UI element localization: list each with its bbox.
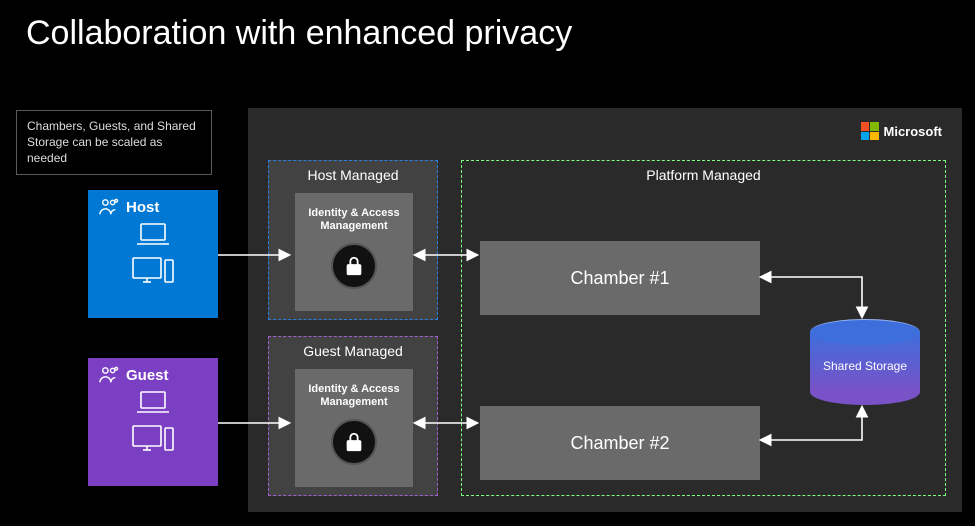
host-role-box: Host (88, 190, 218, 318)
guest-role-box: Guest (88, 358, 218, 486)
desktop-icon (129, 422, 177, 456)
main-panel: Microsoft Host Managed Identity & Access… (248, 108, 962, 512)
lock-icon (331, 243, 377, 289)
microsoft-logo: Microsoft (861, 122, 943, 140)
host-iam-label: Identity & Access Management (295, 193, 413, 233)
guest-managed-box: Guest Managed Identity & Access Manageme… (268, 336, 438, 496)
chamber-1: Chamber #1 (480, 241, 760, 315)
laptop-icon (133, 220, 173, 248)
shared-storage: Shared Storage (810, 319, 920, 405)
microsoft-icon (861, 122, 879, 140)
desktop-icon (129, 254, 177, 288)
host-label: Host (126, 199, 159, 216)
page-title: Collaboration with enhanced privacy (26, 14, 572, 53)
scaling-note: Chambers, Guests, and Shared Storage can… (16, 110, 212, 175)
guest-managed-label: Guest Managed (269, 337, 437, 359)
host-managed-box: Host Managed Identity & Access Managemen… (268, 160, 438, 320)
people-icon (98, 366, 120, 384)
chamber-2: Chamber #2 (480, 406, 760, 480)
guest-label: Guest (126, 367, 169, 384)
lock-icon (331, 419, 377, 465)
guest-iam-box: Identity & Access Management (295, 369, 413, 487)
platform-managed-label: Platform Managed (462, 167, 945, 183)
people-icon (98, 198, 120, 216)
brand-name: Microsoft (884, 124, 943, 139)
host-managed-label: Host Managed (269, 161, 437, 183)
guest-iam-label: Identity & Access Management (295, 369, 413, 409)
platform-managed-box: Platform Managed Chamber #1 Chamber #2 S… (461, 160, 946, 496)
host-iam-box: Identity & Access Management (295, 193, 413, 311)
laptop-icon (133, 388, 173, 416)
storage-label: Shared Storage (810, 359, 920, 373)
